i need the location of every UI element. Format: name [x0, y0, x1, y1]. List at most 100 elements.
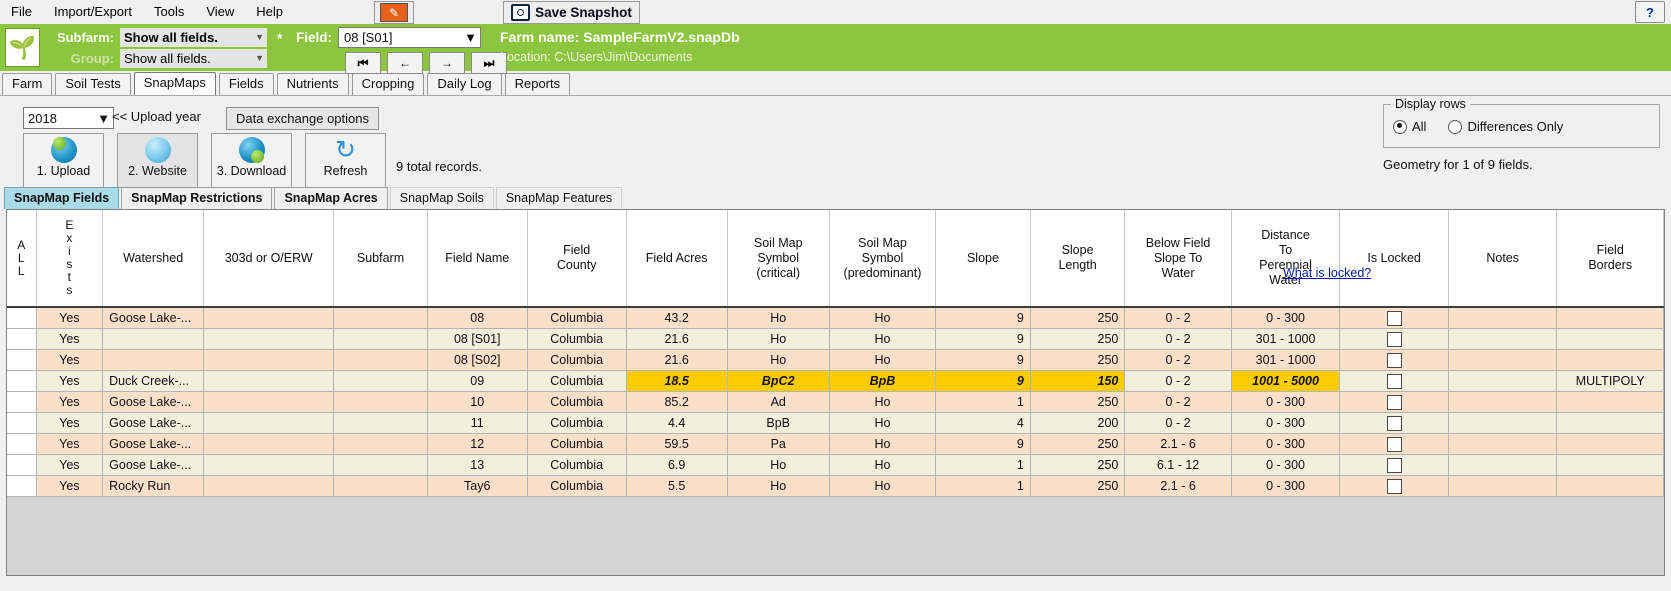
- grid-cell-borders[interactable]: [1556, 433, 1664, 455]
- is-locked-checkbox-cell[interactable]: [1339, 475, 1449, 497]
- grid-col-header[interactable]: Subfarm: [333, 210, 428, 308]
- grid-col-header[interactable]: Field Acres: [626, 210, 728, 308]
- grid-cell-subfarm[interactable]: [333, 370, 428, 392]
- download-button[interactable]: 3. Download: [211, 133, 292, 188]
- grid-cell-soil_predominant[interactable]: Ho: [829, 454, 937, 476]
- table-row[interactable]: Yes Goose Lake-... 12 Columbia 59.5 Pa Ho 9 250 2…: [7, 433, 1664, 455]
- grid-cell-below_field[interactable]: 0 - 2: [1124, 412, 1232, 434]
- grid-cell-notes[interactable]: [1448, 307, 1558, 329]
- grid-cell-erw[interactable]: [203, 328, 335, 350]
- grid-cell-watershed[interactable]: Goose Lake-...: [102, 307, 205, 329]
- grid-cell-borders[interactable]: MULTIPOLY: [1556, 370, 1664, 392]
- grid-cell-acres[interactable]: 85.2: [626, 391, 728, 413]
- grid-cell-watershed[interactable]: Goose Lake-...: [102, 391, 205, 413]
- nav-previous-button[interactable]: ←: [387, 52, 423, 74]
- row-selector-cell[interactable]: [7, 370, 37, 392]
- upload-button[interactable]: 1. Upload: [23, 133, 104, 188]
- what-is-locked-link[interactable]: What is locked?: [1283, 266, 1371, 280]
- tab-reports[interactable]: Reports: [504, 73, 571, 95]
- grid-cell-subfarm[interactable]: [333, 454, 428, 476]
- grid-cell-field_name[interactable]: Tay6: [427, 475, 528, 497]
- is-locked-checkbox[interactable]: [1386, 479, 1402, 495]
- menu-item-view[interactable]: View: [195, 1, 245, 23]
- grid-cell-county[interactable]: Columbia: [527, 391, 627, 413]
- radio-differences-only[interactable]: Differences Only: [1448, 119, 1563, 134]
- grid-cell-erw[interactable]: [203, 349, 335, 371]
- grid-col-header[interactable]: ALL: [7, 210, 37, 308]
- grid-col-header[interactable]: Is Locked: [1339, 210, 1449, 308]
- grid-cell-soil_critical[interactable]: Ho: [727, 475, 830, 497]
- grid-cell-distance[interactable]: 0 - 300: [1231, 454, 1341, 476]
- grid-cell-slope[interactable]: 1: [935, 475, 1031, 497]
- grid-cell-subfarm[interactable]: [333, 328, 428, 350]
- subtab-snapmap-acres[interactable]: SnapMap Acres: [274, 187, 388, 209]
- grid-col-header[interactable]: Slope: [935, 210, 1031, 308]
- grid-cell-soil_critical[interactable]: BpC2: [727, 370, 830, 392]
- grid-cell-subfarm[interactable]: [333, 391, 428, 413]
- grid-cell-field_name[interactable]: 08 [S02]: [427, 349, 528, 371]
- tab-fields[interactable]: Fields: [218, 73, 274, 95]
- grid-cell-notes[interactable]: [1448, 349, 1558, 371]
- grid-cell-county[interactable]: Columbia: [527, 475, 627, 497]
- grid-cell-exists[interactable]: Yes: [36, 412, 104, 434]
- grid-cell-below_field[interactable]: 2.1 - 6: [1124, 475, 1232, 497]
- grid-cell-notes[interactable]: [1448, 454, 1558, 476]
- grid-cell-soil_critical[interactable]: Ad: [727, 391, 830, 413]
- grid-cell-subfarm[interactable]: [333, 349, 428, 371]
- grid-cell-slope_length[interactable]: 250: [1030, 433, 1126, 455]
- grid-cell-soil_predominant[interactable]: Ho: [829, 475, 937, 497]
- grid-cell-below_field[interactable]: 0 - 2: [1124, 307, 1232, 329]
- grid-cell-below_field[interactable]: 0 - 2: [1124, 328, 1232, 350]
- website-button[interactable]: 2. Website: [117, 133, 198, 188]
- grid-cell-distance[interactable]: 0 - 300: [1231, 412, 1341, 434]
- help-button[interactable]: ?: [1635, 1, 1665, 23]
- grid-cell-below_field[interactable]: 0 - 2: [1124, 349, 1232, 371]
- tab-soil-tests[interactable]: Soil Tests: [55, 73, 131, 95]
- grid-cell-watershed[interactable]: Goose Lake-...: [102, 433, 205, 455]
- tab-snapmaps[interactable]: SnapMaps: [133, 72, 216, 95]
- is-locked-checkbox-cell[interactable]: [1339, 307, 1449, 329]
- grid-cell-slope[interactable]: 9: [935, 433, 1031, 455]
- is-locked-checkbox-cell[interactable]: [1339, 433, 1449, 455]
- grid-cell-acres[interactable]: 21.6: [626, 349, 728, 371]
- grid-cell-slope[interactable]: 9: [935, 307, 1031, 329]
- grid-cell-soil_predominant[interactable]: Ho: [829, 307, 937, 329]
- grid-cell-slope_length[interactable]: 250: [1030, 475, 1126, 497]
- grid-cell-exists[interactable]: Yes: [36, 433, 104, 455]
- grid-cell-distance[interactable]: 0 - 300: [1231, 307, 1341, 329]
- grid-cell-watershed[interactable]: Goose Lake-...: [102, 454, 205, 476]
- grid-cell-subfarm[interactable]: [333, 412, 428, 434]
- grid-cell-watershed[interactable]: Duck Creek-...: [102, 370, 205, 392]
- grid-cell-slope_length[interactable]: 250: [1030, 307, 1126, 329]
- grid-cell-distance[interactable]: 0 - 300: [1231, 475, 1341, 497]
- grid-cell-county[interactable]: Columbia: [527, 454, 627, 476]
- grid-cell-soil_predominant[interactable]: Ho: [829, 349, 937, 371]
- grid-cell-field_name[interactable]: 12: [427, 433, 528, 455]
- is-locked-checkbox[interactable]: [1386, 416, 1402, 432]
- grid-col-header[interactable]: Soil Map Symbol (critical): [727, 210, 830, 308]
- grid-cell-notes[interactable]: [1448, 412, 1558, 434]
- grid-cell-acres[interactable]: 59.5: [626, 433, 728, 455]
- grid-cell-notes[interactable]: [1448, 370, 1558, 392]
- table-row[interactable]: Yes 08 [S02] Columbia 21.6 Ho Ho 9 250 0 - 2 301 …: [7, 349, 1664, 371]
- grid-cell-borders[interactable]: [1556, 328, 1664, 350]
- grid-cell-soil_critical[interactable]: BpB: [727, 412, 830, 434]
- grid-cell-exists[interactable]: Yes: [36, 475, 104, 497]
- subtab-snapmap-features[interactable]: SnapMap Features: [495, 187, 623, 209]
- grid-cell-distance[interactable]: 301 - 1000: [1231, 328, 1341, 350]
- group-select[interactable]: Show all fields. ▼: [120, 49, 267, 68]
- grid-cell-acres[interactable]: 5.5: [626, 475, 728, 497]
- menu-item-tools[interactable]: Tools: [143, 1, 195, 23]
- subtab-snapmap-restrictions[interactable]: SnapMap Restrictions: [121, 187, 273, 209]
- grid-cell-distance[interactable]: 1001 - 5000: [1231, 370, 1341, 392]
- tab-daily-log[interactable]: Daily Log: [427, 73, 502, 95]
- tab-cropping[interactable]: Cropping: [351, 73, 425, 95]
- grid-cell-soil_predominant[interactable]: Ho: [829, 391, 937, 413]
- grid-cell-field_name[interactable]: 13: [427, 454, 528, 476]
- is-locked-checkbox-cell[interactable]: [1339, 370, 1449, 392]
- snapmap-fields-grid[interactable]: A L L Ex i s t s Watershed 303d or O/ERW Subfarm Fi…: [6, 209, 1665, 576]
- grid-cell-erw[interactable]: [203, 307, 335, 329]
- field-select[interactable]: 08 [S01] ▼: [338, 27, 481, 48]
- grid-col-header[interactable]: Field Name: [427, 210, 528, 308]
- grid-cell-slope_length[interactable]: 250: [1030, 328, 1126, 350]
